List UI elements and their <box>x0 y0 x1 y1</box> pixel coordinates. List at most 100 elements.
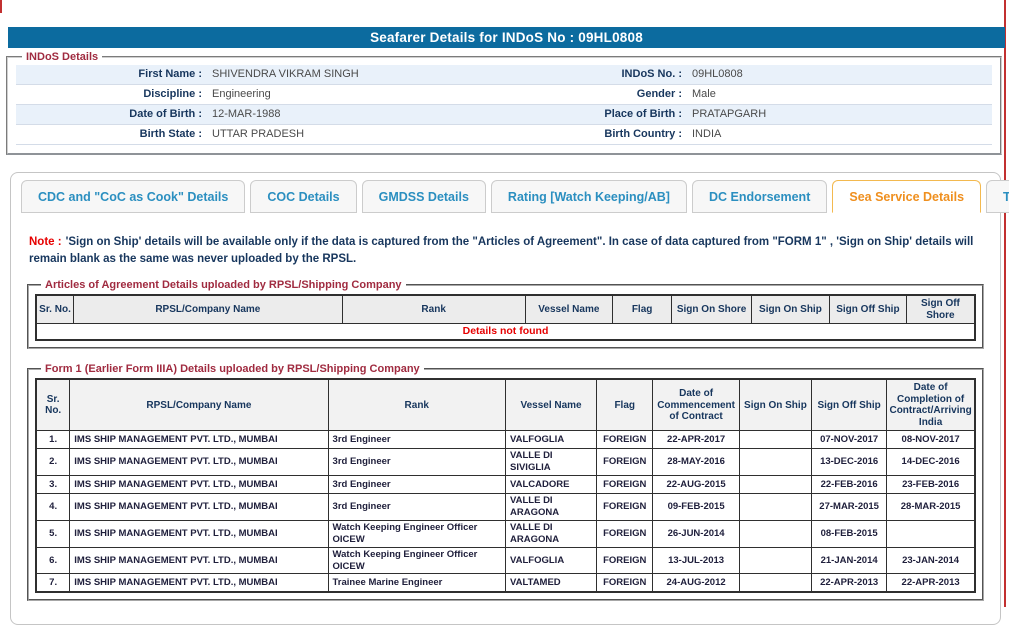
tab-gmdss-details[interactable]: GMDSS Details <box>362 180 486 213</box>
empty-results-row: Details not found <box>36 324 975 341</box>
field-label: Birth State : <box>16 125 208 144</box>
details-not-found-message: Details not found <box>36 324 975 341</box>
table-cell: 3rd Engineer <box>328 431 505 449</box>
tab-rating-watch-keeping-ab[interactable]: Rating [Watch Keeping/AB] <box>491 180 687 213</box>
field-value: 12-MAR-1988 <box>208 105 476 124</box>
table-row: 1.IMS SHIP MANAGEMENT PVT. LTD., MUMBAI3… <box>36 431 975 449</box>
table-row: 7.IMS SHIP MANAGEMENT PVT. LTD., MUMBAIT… <box>36 574 975 592</box>
tab-dc-endorsement[interactable]: DC Endorsement <box>692 180 827 213</box>
articles-of-agreement-section: Articles of Agreement Details uploaded b… <box>27 279 984 349</box>
indos-row: Birth State :UTTAR PRADESHBirth Country … <box>16 125 992 145</box>
table-cell: FOREIGN <box>597 431 653 449</box>
table-cell: 26-JUN-2014 <box>653 520 739 547</box>
form1-legend: Form 1 (Earlier Form IIIA) Details uploa… <box>41 363 424 375</box>
table-cell: IMS SHIP MANAGEMENT PVT. LTD., MUMBAI <box>70 431 328 449</box>
table-cell: 3rd Engineer <box>328 449 505 476</box>
table-cell: FOREIGN <box>597 547 653 574</box>
column-header-sign-on-ship: Sign On Ship <box>751 295 829 324</box>
table-cell <box>739 431 811 449</box>
red-border-right <box>1004 0 1006 607</box>
table-cell: VALLE DI ARAGONA <box>506 520 597 547</box>
table-cell: 7. <box>36 574 70 592</box>
field-label: Place of Birth : <box>476 105 688 124</box>
table-cell: 4. <box>36 494 70 521</box>
column-header-date-of-completion-of-contract-arriving-india: Date of Completion of Contract/Arriving … <box>887 379 975 431</box>
table-cell: Watch Keeping Engineer Officer OICEW <box>328 520 505 547</box>
table-row: 2.IMS SHIP MANAGEMENT PVT. LTD., MUMBAI3… <box>36 449 975 476</box>
indos-details-section: INDoS Details First Name :SHIVENDRA VIKR… <box>6 51 1002 155</box>
field-value: Engineering <box>208 85 476 104</box>
column-header-sign-on-ship: Sign On Ship <box>739 379 811 431</box>
table-header-row: Sr. No.RPSL/Company NameRankVessel NameF… <box>36 295 975 324</box>
red-border-tick <box>0 0 2 13</box>
table-cell: VALCADORE <box>506 476 597 494</box>
field-label: Gender : <box>476 85 688 104</box>
table-cell: VALLE DI SIVIGLIA <box>506 449 597 476</box>
field-label: Discipline : <box>16 85 208 104</box>
field-label: INDoS No. : <box>476 65 688 84</box>
indos-details-grid: First Name :SHIVENDRA VIKRAM SINGHINDoS … <box>16 65 992 145</box>
note: Note :'Sign on Ship' details will be ava… <box>29 234 982 267</box>
table-cell: 3rd Engineer <box>328 494 505 521</box>
table-row: 3.IMS SHIP MANAGEMENT PVT. LTD., MUMBAI3… <box>36 476 975 494</box>
table-cell: IMS SHIP MANAGEMENT PVT. LTD., MUMBAI <box>70 494 328 521</box>
table-cell: 22-AUG-2015 <box>653 476 739 494</box>
tab-coc-details[interactable]: COC Details <box>250 180 356 213</box>
tab-sea-service-details[interactable]: Sea Service Details <box>832 180 981 213</box>
form1-table: Sr. No.RPSL/Company NameRankVessel NameF… <box>35 378 976 593</box>
table-cell: 23-JAN-2014 <box>887 547 975 574</box>
table-cell: 28-MAR-2015 <box>887 494 975 521</box>
table-cell: VALFOGLIA <box>506 547 597 574</box>
table-cell: 3. <box>36 476 70 494</box>
table-cell: FOREIGN <box>597 476 653 494</box>
table-cell: IMS SHIP MANAGEMENT PVT. LTD., MUMBAI <box>70 574 328 592</box>
indos-row: Date of Birth :12-MAR-1988Place of Birth… <box>16 105 992 125</box>
table-cell <box>739 547 811 574</box>
column-header-flag: Flag <box>597 379 653 431</box>
column-header-flag: Flag <box>613 295 672 324</box>
table-cell: 3rd Engineer <box>328 476 505 494</box>
table-cell <box>739 476 811 494</box>
articles-table: Sr. No.RPSL/Company NameRankVessel NameF… <box>35 294 976 341</box>
table-cell: 6. <box>36 547 70 574</box>
field-value: PRATAPGARH <box>688 105 992 124</box>
table-row: 6.IMS SHIP MANAGEMENT PVT. LTD., MUMBAIW… <box>36 547 975 574</box>
column-header-sign-off-ship: Sign Off Ship <box>812 379 887 431</box>
articles-legend: Articles of Agreement Details uploaded b… <box>41 279 406 291</box>
column-header-rank: Rank <box>328 379 505 431</box>
indos-row: Discipline :EngineeringGender :Male <box>16 85 992 105</box>
note-text: 'Sign on Ship' details will be available… <box>29 236 973 265</box>
indos-details-legend: INDoS Details <box>22 51 102 63</box>
field-label: First Name : <box>16 65 208 84</box>
table-cell: 09-FEB-2015 <box>653 494 739 521</box>
form1-section: Form 1 (Earlier Form IIIA) Details uploa… <box>27 363 984 601</box>
table-cell <box>739 494 811 521</box>
table-cell: 21-JAN-2014 <box>812 547 887 574</box>
table-cell <box>739 520 811 547</box>
table-cell: 14-DEC-2016 <box>887 449 975 476</box>
table-cell: IMS SHIP MANAGEMENT PVT. LTD., MUMBAI <box>70 547 328 574</box>
column-header-sign-off-shore: Sign Off Shore <box>906 295 975 324</box>
table-cell: 13-JUL-2013 <box>653 547 739 574</box>
table-cell: 07-NOV-2017 <box>812 431 887 449</box>
table-row: 5.IMS SHIP MANAGEMENT PVT. LTD., MUMBAIW… <box>36 520 975 547</box>
table-cell: Watch Keeping Engineer Officer OICEW <box>328 547 505 574</box>
tab-training-details[interactable]: Training Details <box>986 180 1009 213</box>
table-cell: FOREIGN <box>597 520 653 547</box>
table-cell: 2. <box>36 449 70 476</box>
page-title-bar: Seafarer Details for INDoS No : 09HL0808 <box>8 27 1005 48</box>
indos-row: First Name :SHIVENDRA VIKRAM SINGHINDoS … <box>16 65 992 85</box>
table-cell: 1. <box>36 431 70 449</box>
column-header-rank: Rank <box>342 295 525 324</box>
table-header-row: Sr. No.RPSL/Company NameRankVessel NameF… <box>36 379 975 431</box>
table-cell: 22-FEB-2016 <box>812 476 887 494</box>
note-prefix: Note : <box>29 236 62 248</box>
table-cell: FOREIGN <box>597 449 653 476</box>
tab-panel: CDC and "CoC as Cook" DetailsCOC Details… <box>10 172 1001 625</box>
tab-cdc-and-coc-as-cook-details[interactable]: CDC and "CoC as Cook" Details <box>21 180 245 213</box>
table-cell: FOREIGN <box>597 574 653 592</box>
tab-bar: CDC and "CoC as Cook" DetailsCOC Details… <box>11 173 1000 213</box>
table-cell: 22-APR-2017 <box>653 431 739 449</box>
field-label: Birth Country : <box>476 125 688 144</box>
column-header-rpsl-company-name: RPSL/Company Name <box>74 295 343 324</box>
